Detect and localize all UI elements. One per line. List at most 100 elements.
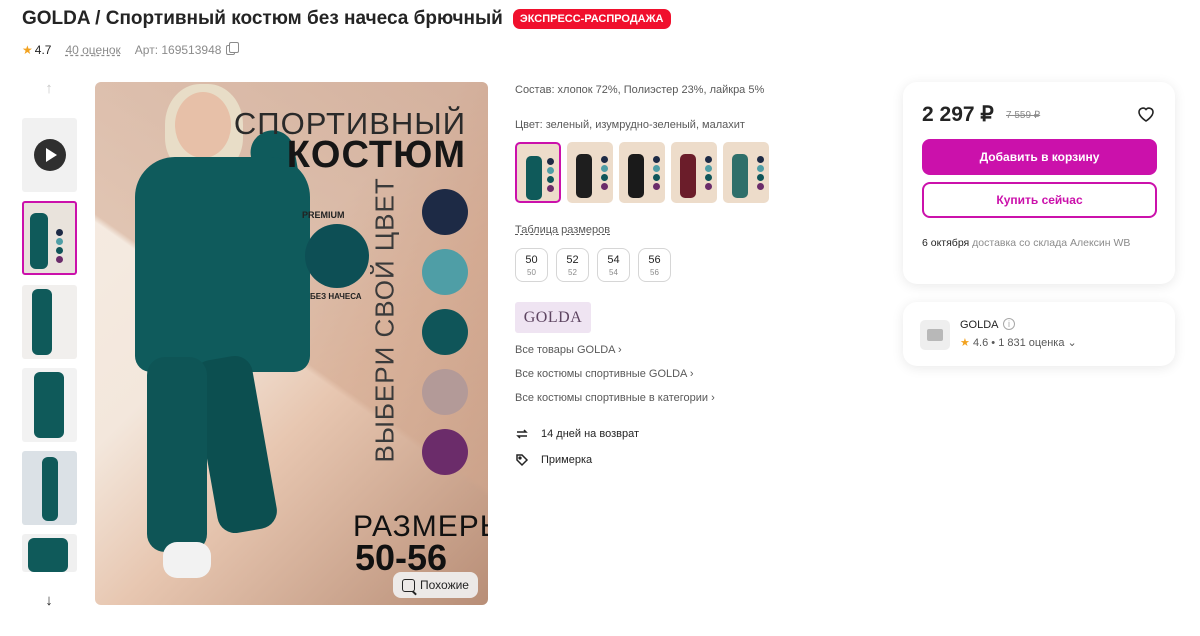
color-swatch <box>422 429 468 475</box>
image-heading-bold: КОСТЮМ <box>286 134 466 176</box>
color-variant-dots <box>601 156 609 190</box>
add-to-cart-button[interactable]: Добавить в корзину <box>922 139 1157 175</box>
color-variant[interactable] <box>567 142 613 203</box>
size-value: 54 <box>607 253 620 266</box>
seller-name[interactable]: GOLDA <box>960 319 999 331</box>
size-ru: 56 <box>650 267 659 277</box>
chevron-right-icon: › <box>689 368 694 380</box>
chevron-right-icon: › <box>711 392 715 404</box>
link-category-suits[interactable]: Все костюмы спортивные в категории › <box>515 392 715 404</box>
size-value: 56 <box>648 253 661 266</box>
seller-logo <box>920 320 950 350</box>
size-option[interactable]: 56 56 <box>638 248 671 282</box>
info-icon[interactable]: i <box>1003 318 1015 330</box>
thumbnail-figure <box>32 289 52 355</box>
size-ru: 52 <box>568 267 577 277</box>
thumbnail-figure <box>42 457 58 521</box>
size-ru: 50 <box>527 267 536 277</box>
model-shoe <box>163 542 211 578</box>
product-title: GOLDA / Спортивный костюм без начеса брю… <box>22 8 503 29</box>
delivery-text: доставка со склада Алексин WB <box>972 237 1131 249</box>
chevron-down-icon[interactable]: ⌄ <box>1068 337 1077 349</box>
brand-logo[interactable]: GOLDA <box>515 302 591 333</box>
thumbnail-figure <box>28 538 68 572</box>
reviews-link[interactable]: 40 оценок <box>65 43 120 57</box>
price-card: 2 297 ₽ 7 559 ₽ Добавить в корзину Купит… <box>903 82 1175 284</box>
color-variant[interactable] <box>619 142 665 203</box>
color-variant-figure <box>680 154 696 198</box>
size-table-link[interactable]: Таблица размеров <box>515 224 610 236</box>
link-label: Все костюмы спортивные GOLDA <box>515 368 687 380</box>
article-number: Арт: 169513948 <box>134 43 222 57</box>
color-variant-dots <box>653 156 661 190</box>
arrow-down-icon[interactable]: ↓ <box>41 592 57 609</box>
fitting-info: Примерка <box>515 453 592 467</box>
model-jacket <box>135 157 310 372</box>
product-meta: ★ 4.7 40 оценок Арт: 169513948 <box>22 42 240 57</box>
color-variant-figure <box>732 154 748 198</box>
size-selector: 50 50 52 52 54 54 56 56 <box>515 248 671 282</box>
size-ru: 54 <box>609 267 618 277</box>
color-swatch <box>422 189 468 235</box>
color-swatch <box>422 309 468 355</box>
fabric-badge-bottom: БЕЗ НАЧЕСА <box>310 292 362 301</box>
fitting-label: Примерка <box>541 454 593 466</box>
chevron-right-icon: › <box>617 344 622 356</box>
return-arrows-icon <box>516 429 528 439</box>
thumbnail-video[interactable] <box>22 118 77 192</box>
sale-badge[interactable]: ЭКСПРЕСС-РАСПРОДАЖА <box>512 9 671 29</box>
size-option[interactable]: 54 54 <box>597 248 630 282</box>
similar-label: Похожие <box>420 578 469 592</box>
color-variant-dots <box>757 156 765 190</box>
arrow-up-icon[interactable]: ↑ <box>41 80 57 97</box>
thumbnail-3[interactable] <box>22 368 77 442</box>
thumbnail-figure <box>30 213 48 269</box>
color-variant[interactable] <box>515 142 561 203</box>
size-value: 52 <box>566 253 579 266</box>
return-label: 14 дней на возврат <box>541 428 639 440</box>
color-variant[interactable] <box>671 142 717 203</box>
size-option[interactable]: 50 50 <box>515 248 548 282</box>
size-value: 50 <box>525 253 538 266</box>
color-swatch <box>422 369 468 415</box>
color-variant-figure <box>526 156 542 200</box>
delivery-info: 6 октября доставка со склада Алексин WB <box>922 235 1132 251</box>
copy-icon[interactable] <box>226 42 240 55</box>
play-icon <box>33 139 66 171</box>
fabric-badge-top: PREMIUM <box>302 210 345 220</box>
model-head <box>175 92 231 158</box>
thumbnail-2[interactable] <box>22 285 77 359</box>
star-icon: ★ <box>22 43 33 57</box>
current-price: 2 297 ₽ <box>922 103 994 126</box>
buy-now-button[interactable]: Купить сейчас <box>922 182 1157 218</box>
color-variant-dots <box>547 158 555 192</box>
link-label: Все товары GOLDA <box>515 344 615 356</box>
color-variant-figure <box>576 154 592 198</box>
product-page: GOLDA / Спортивный костюм без начеса брю… <box>0 0 1200 636</box>
title-row: GOLDA / Спортивный костюм без начеса брю… <box>22 8 671 30</box>
thumbnail-figure <box>34 372 64 438</box>
thumbnail-4[interactable] <box>22 451 77 525</box>
search-similar-icon <box>402 578 415 592</box>
thumbnail-1[interactable] <box>22 201 77 275</box>
link-label: Все костюмы спортивные в категории <box>515 392 709 404</box>
color-variant[interactable] <box>723 142 769 203</box>
vertical-text: ВЫБЕРИ СВОЙ ЦВЕТ <box>369 177 400 463</box>
return-info: 14 дней на возврат <box>515 427 639 441</box>
star-icon: ★ <box>960 337 970 349</box>
seller-rating: ★ 4.6 • 1 831 оценка ⌄ <box>960 336 1077 349</box>
heart-icon[interactable] <box>1136 104 1156 124</box>
seller-card[interactable]: GOLDA i ★ 4.6 • 1 831 оценка ⌄ <box>903 302 1175 366</box>
link-brand-suits[interactable]: Все костюмы спортивные GOLDA › <box>515 368 694 380</box>
main-product-image[interactable]: СПОРТИВНЫЙ КОСТЮМ PREMIUM БЕЗ НАЧЕСА ВЫБ… <box>95 82 488 605</box>
color-swatch <box>422 249 468 295</box>
delivery-date: 6 октября <box>922 237 970 249</box>
color-variant-dots <box>705 156 713 190</box>
thumbnail-5[interactable] <box>22 534 77 572</box>
color-variant-figure <box>628 154 644 198</box>
link-all-brand[interactable]: Все товары GOLDA › <box>515 344 622 356</box>
similar-button[interactable]: Похожие <box>393 572 478 598</box>
size-option[interactable]: 52 52 <box>556 248 589 282</box>
vertical-text-wrap: ВЫБЕРИ СВОЙ ЦВЕТ <box>360 177 400 463</box>
composition: Состав: хлопок 72%, Полиэстер 23%, лайкр… <box>515 84 765 96</box>
